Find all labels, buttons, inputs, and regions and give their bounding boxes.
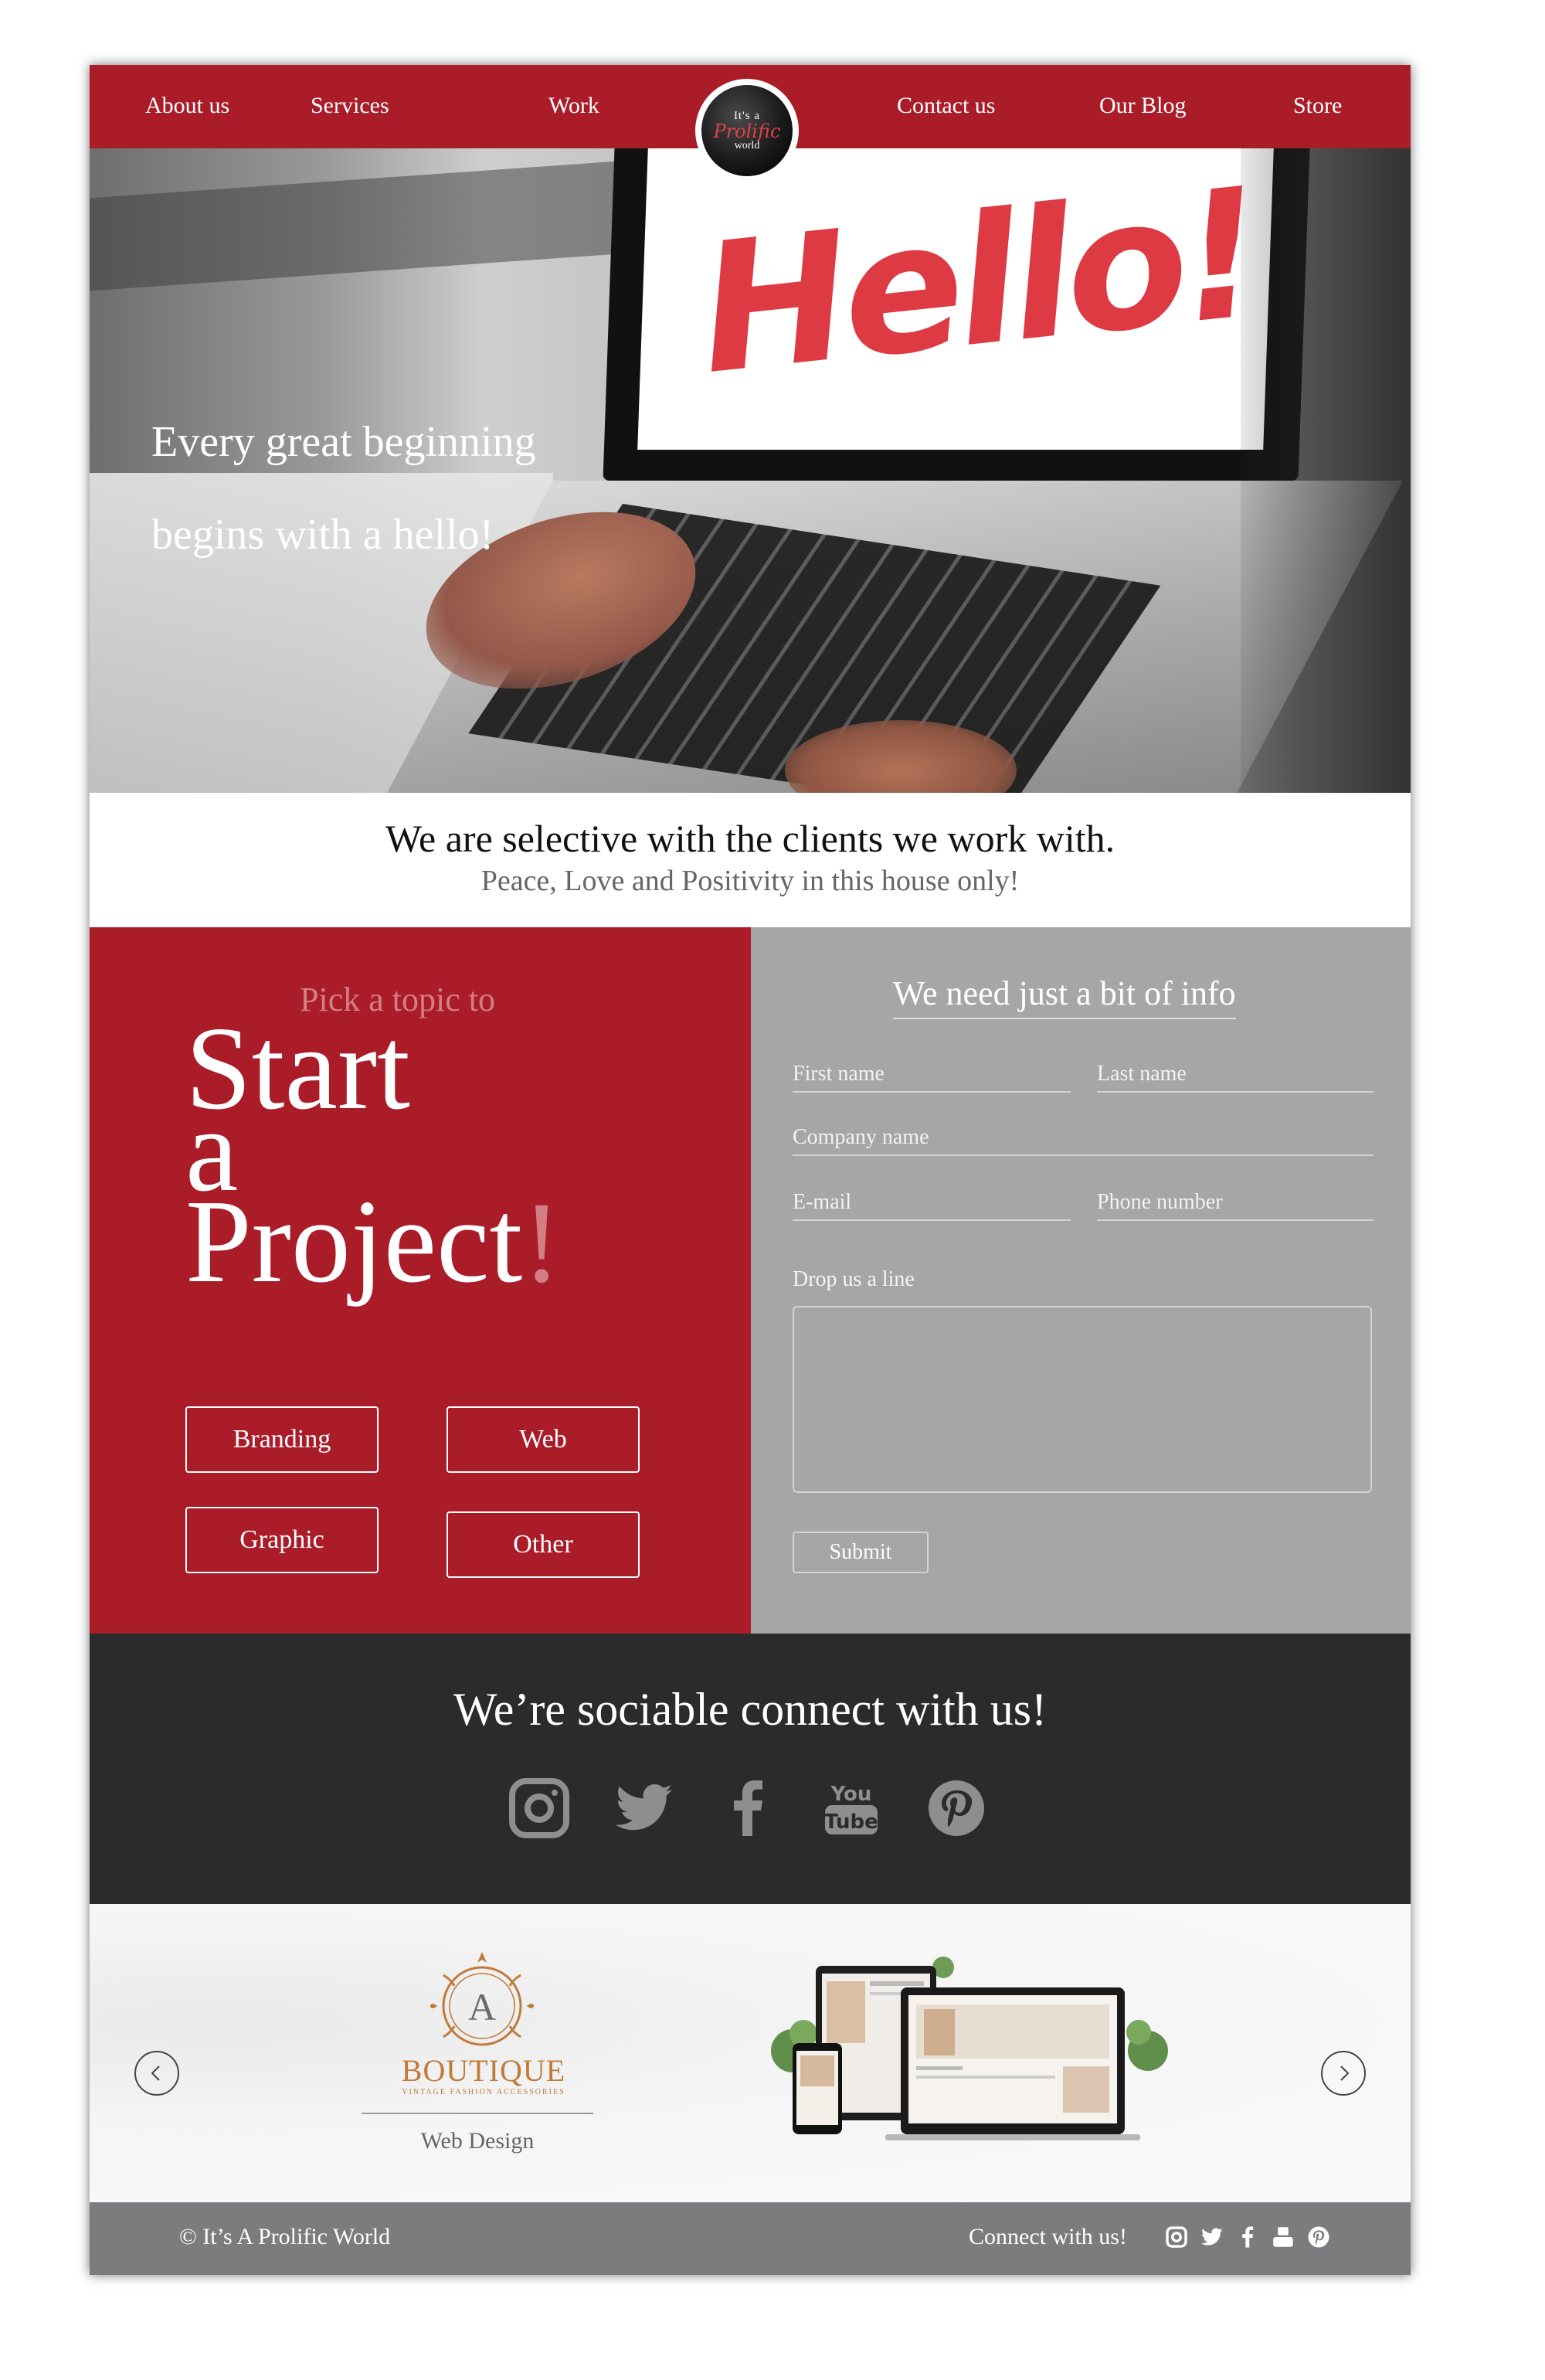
hero-headline-line2: begins with a hello! <box>151 511 494 559</box>
topic-other-button[interactable]: Other <box>447 1511 640 1578</box>
tagline-section: We are selective with the clients we wor… <box>90 793 1411 927</box>
footer-twitter-icon[interactable] <box>1200 2225 1224 2249</box>
hero-headline-line1: Every great beginning <box>151 418 536 466</box>
facebook-icon[interactable] <box>717 1777 779 1839</box>
social-title: We’re sociable connect with us! <box>453 1684 1048 1735</box>
email-input[interactable] <box>793 1185 1071 1221</box>
chevron-left-icon <box>151 2066 160 2081</box>
hero-bg-shape <box>1241 148 1411 793</box>
page: About us Services Work Contact us Our Bl… <box>90 65 1411 2275</box>
phone-number-input[interactable] <box>1097 1185 1374 1221</box>
topic-graphic-button[interactable]: Graphic <box>185 1507 379 1573</box>
slider-next-button[interactable] <box>1321 2051 1366 2096</box>
boutique-emblem-icon: A <box>430 1952 534 2046</box>
tagline-sub: Peace, Love and Positivity in this house… <box>480 865 1020 897</box>
instagram-icon[interactable] <box>508 1777 570 1839</box>
project-heading-word: Project <box>185 1176 523 1307</box>
portfolio-divider <box>362 2113 593 2114</box>
topic-branding-button[interactable]: Branding <box>185 1406 379 1473</box>
slider-prev-button[interactable] <box>134 2051 179 2096</box>
social-section: We’re sociable connect with us! You Tube <box>90 1634 1411 1904</box>
company-name-input[interactable] <box>793 1120 1374 1156</box>
logo-globe: It's a Prolific world <box>701 85 793 176</box>
footer-connect-label: Connect with us! <box>969 2224 1127 2249</box>
pinterest-icon[interactable] <box>925 1777 987 1839</box>
svg-text:Tube: Tube <box>824 1810 878 1834</box>
start-project-panel: Pick a topic to Start a Project! Brandin… <box>90 927 751 1634</box>
hero-banner: Hello! Every great beginning begins with… <box>90 148 1411 793</box>
nav-item-store[interactable]: Store <box>1293 93 1342 119</box>
boutique-letter: A <box>468 1985 496 2028</box>
project-heading-project: Project! <box>185 1182 561 1301</box>
form-title: We need just a bit of info <box>893 974 1236 1019</box>
chevron-right-icon <box>1340 2066 1350 2081</box>
youtube-icon[interactable]: You Tube <box>820 1777 882 1839</box>
project-heading-exclaim: ! <box>522 1178 562 1307</box>
footer-copyright: © It’s A Prolific World <box>179 2224 391 2249</box>
nav-item-contact-us[interactable]: Contact us <box>897 93 996 119</box>
footer-instagram-icon[interactable] <box>1165 2225 1188 2249</box>
contact-form: We need just a bit of info Drop us a lin… <box>751 927 1411 1634</box>
message-label: Drop us a line <box>793 1267 915 1291</box>
site-footer: © It’s A Prolific World Connect with us! <box>90 2202 1411 2275</box>
footer-youtube-icon[interactable] <box>1272 2225 1295 2249</box>
footer-facebook-icon[interactable] <box>1236 2225 1259 2249</box>
last-name-input[interactable] <box>1097 1057 1374 1093</box>
first-name-input[interactable] <box>793 1057 1071 1093</box>
portfolio-item-label: Web Design <box>420 2128 535 2154</box>
footer-pinterest-icon[interactable] <box>1307 2225 1330 2249</box>
twitter-icon[interactable] <box>613 1777 675 1839</box>
nav-item-our-blog[interactable]: Our Blog <box>1099 93 1187 119</box>
topic-web-button[interactable]: Web <box>447 1406 640 1473</box>
svg-text:You: You <box>830 1783 872 1806</box>
logo-text-bottom: world <box>734 139 760 151</box>
tagline-main: We are selective with the clients we wor… <box>385 817 1115 860</box>
device-mockup-image <box>771 1957 1168 2140</box>
boutique-tagline: VINTAGE FASHION ACCESSORIES <box>402 2088 565 2096</box>
portfolio-slider: A BOUTIQUE VINTAGE FASHION ACCESSORIES W… <box>90 1904 1411 2202</box>
submit-button[interactable]: Submit <box>793 1532 929 1573</box>
logo-text-main: Prolific <box>713 120 781 142</box>
hero-headline: Every great beginning begins with a hell… <box>151 396 536 581</box>
message-textarea[interactable] <box>793 1306 1372 1493</box>
boutique-name: BOUTIQUE <box>401 2053 566 2088</box>
hero-bg-shape <box>90 160 630 291</box>
nav-item-about-us[interactable]: About us <box>145 93 229 119</box>
nav-item-work[interactable]: Work <box>548 93 599 119</box>
nav-item-services[interactable]: Services <box>311 93 389 119</box>
site-logo[interactable]: It's a Prolific world <box>695 79 799 182</box>
